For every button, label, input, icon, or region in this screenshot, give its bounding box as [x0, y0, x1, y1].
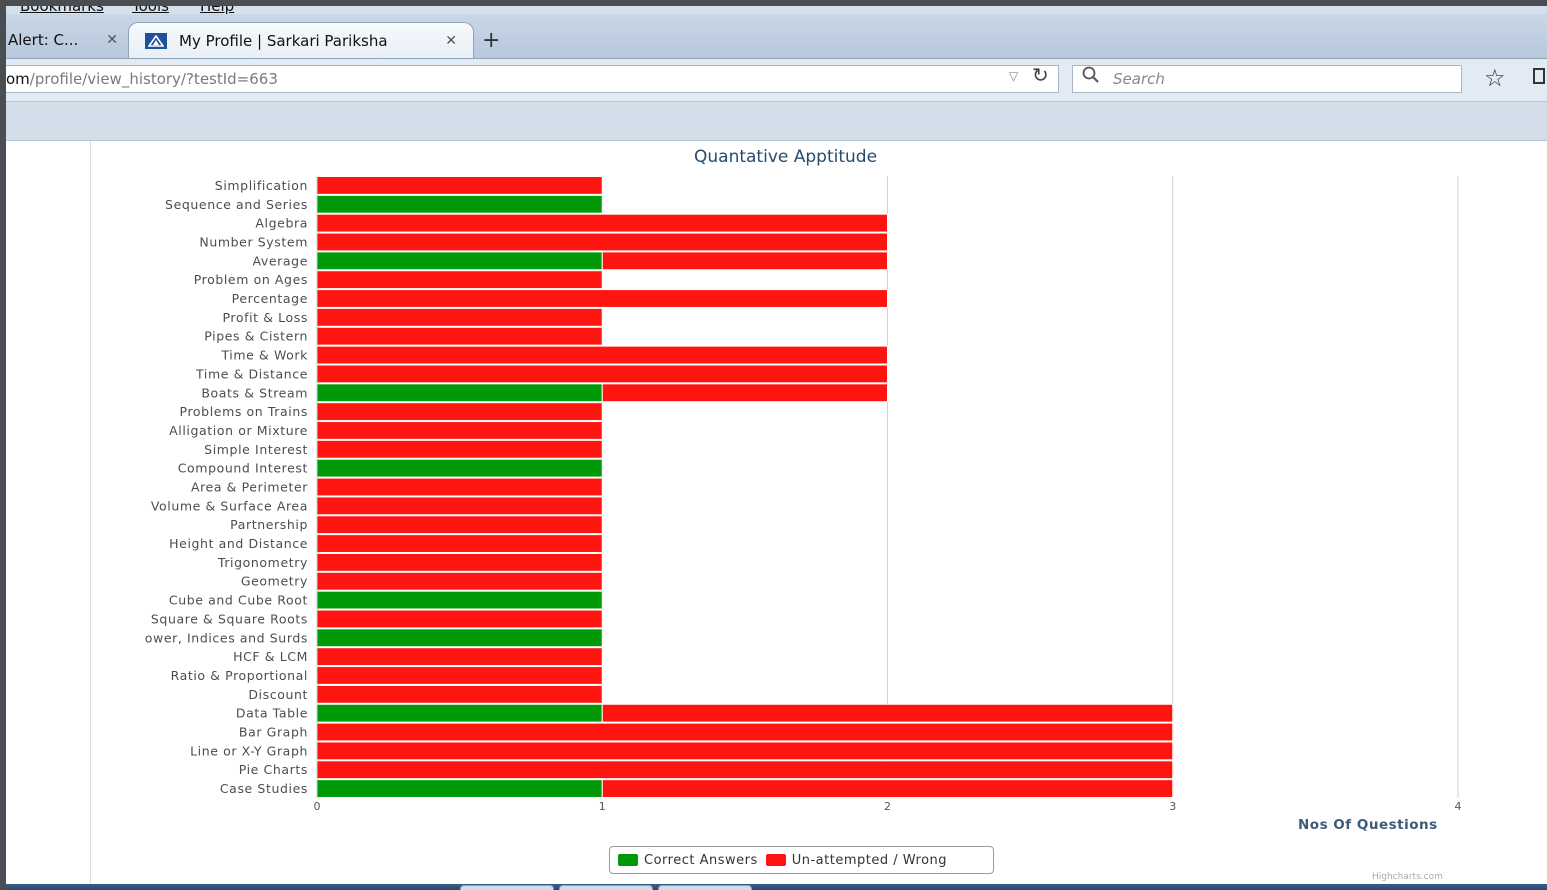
- bar-wrong[interactable]: [316, 213, 888, 233]
- y-category-label: Algebra: [255, 216, 308, 231]
- bar-wrong[interactable]: [316, 364, 888, 384]
- bar-wrong[interactable]: [316, 477, 603, 497]
- bar-wrong[interactable]: [316, 270, 603, 290]
- y-category-label: Alligation or Mixture: [169, 423, 308, 438]
- bar-correct[interactable]: [316, 194, 603, 214]
- taskbar-button[interactable]: [559, 885, 653, 890]
- x-tick-label: 2: [884, 800, 891, 813]
- bar-wrong[interactable]: [316, 647, 603, 667]
- bar-correct[interactable]: [316, 703, 603, 723]
- x-tick-label: 1: [599, 800, 606, 813]
- y-category-label: Sequence and Series: [165, 197, 308, 212]
- taskbar-button[interactable]: [658, 885, 752, 890]
- y-category-label: Square & Square Roots: [151, 611, 308, 626]
- bar-wrong[interactable]: [316, 722, 1174, 742]
- y-category-label: Number System: [199, 234, 308, 249]
- bar-wrong[interactable]: [316, 345, 888, 365]
- y-category-label: Average: [252, 253, 308, 268]
- y-category-label: Cube and Cube Root: [169, 593, 308, 608]
- y-category-label: ower, Indices and Surds: [145, 630, 308, 645]
- bar-correct[interactable]: [316, 458, 603, 478]
- x-tick-label: 0: [314, 800, 321, 813]
- y-category-label: Volume & Surface Area: [151, 498, 308, 513]
- bar-wrong[interactable]: [601, 251, 888, 271]
- y-category-label: Height and Distance: [169, 536, 308, 551]
- y-category-label: Ratio & Proportional: [171, 668, 308, 683]
- y-category-label: HCF & LCM: [233, 649, 308, 664]
- bar-wrong[interactable]: [316, 609, 603, 629]
- taskbar-button[interactable]: [460, 885, 554, 890]
- bar-wrong[interactable]: [601, 779, 1174, 798]
- taskbar: [6, 884, 1547, 890]
- y-category-label: Geometry: [241, 574, 308, 589]
- bar-wrong[interactable]: [316, 571, 603, 591]
- y-category-label: Discount: [248, 687, 308, 702]
- legend-item-wrong[interactable]: Un-attempted / Wrong: [765, 852, 948, 868]
- bar-wrong[interactable]: [316, 289, 888, 308]
- legend-swatch-correct: [618, 854, 638, 866]
- chart-legend: Correct Answers Un-attempted / Wrong: [609, 846, 994, 874]
- bar-wrong[interactable]: [316, 307, 603, 327]
- y-category-label: Time & Work: [220, 348, 308, 363]
- x-tick-label: 4: [1455, 800, 1462, 813]
- bar-wrong[interactable]: [316, 439, 603, 459]
- bar-wrong[interactable]: [316, 496, 603, 516]
- bar-wrong[interactable]: [601, 703, 1174, 723]
- bar-wrong[interactable]: [316, 176, 603, 195]
- bar-wrong[interactable]: [316, 326, 603, 346]
- legend-swatch-wrong: [765, 854, 786, 866]
- y-category-label: Time & Distance: [195, 366, 308, 381]
- y-category-label: Simple Interest: [204, 442, 308, 457]
- y-category-label: Pie Charts: [239, 762, 308, 777]
- y-category-label: Problems on Trains: [180, 404, 308, 419]
- y-category-label: Pipes & Cistern: [204, 329, 308, 344]
- bar-wrong[interactable]: [316, 666, 603, 685]
- chart-credit[interactable]: Highcharts.com: [1372, 872, 1443, 882]
- bar-correct[interactable]: [316, 628, 603, 648]
- bar-wrong[interactable]: [316, 552, 603, 572]
- bar-correct[interactable]: [316, 590, 603, 610]
- legend-item-correct[interactable]: Correct Answers: [618, 853, 758, 868]
- bar-correct[interactable]: [316, 251, 603, 271]
- bar-wrong[interactable]: [316, 515, 603, 535]
- bar-wrong[interactable]: [316, 741, 1174, 761]
- y-category-label: Area & Perimeter: [191, 480, 308, 495]
- y-category-label: Problem on Ages: [194, 272, 308, 287]
- bar-wrong[interactable]: [316, 684, 603, 704]
- bar-correct[interactable]: [316, 779, 603, 798]
- y-category-label: Bar Graph: [239, 725, 308, 740]
- y-category-label: Percentage: [232, 291, 308, 306]
- y-category-label: Line or X-Y Graph: [190, 743, 308, 758]
- x-axis-title: Nos Of Questions: [1298, 817, 1438, 833]
- y-category-label: Boats & Stream: [201, 385, 308, 400]
- bar-wrong[interactable]: [316, 402, 603, 422]
- y-category-label: Simplification: [215, 178, 308, 193]
- bar-wrong[interactable]: [316, 421, 603, 440]
- y-category-label: Trigonometry: [217, 555, 308, 570]
- legend-label-wrong: Un-attempted / Wrong: [791, 852, 948, 868]
- y-category-label: Data Table: [236, 706, 308, 721]
- y-category-label: Partnership: [230, 517, 308, 532]
- y-category-label: Case Studies: [220, 781, 308, 796]
- bar-chart: 0 1 2 3 4 Simplification Sequence and Series Al…: [145, 176, 1462, 813]
- bar-wrong[interactable]: [601, 383, 888, 403]
- bar-wrong[interactable]: [316, 760, 1174, 780]
- y-category-label: Compound Interest: [178, 461, 308, 476]
- bar-correct[interactable]: [316, 383, 603, 403]
- y-category-label: Profit & Loss: [222, 310, 308, 325]
- x-tick-label: 3: [1169, 800, 1176, 813]
- bar-wrong[interactable]: [316, 534, 603, 553]
- legend-label-correct: Correct Answers: [644, 852, 758, 868]
- bar-wrong[interactable]: [316, 232, 888, 252]
- browser-window: Bookmarks Tools Help Alert: C... ✕ My Pr…: [6, 6, 1547, 890]
